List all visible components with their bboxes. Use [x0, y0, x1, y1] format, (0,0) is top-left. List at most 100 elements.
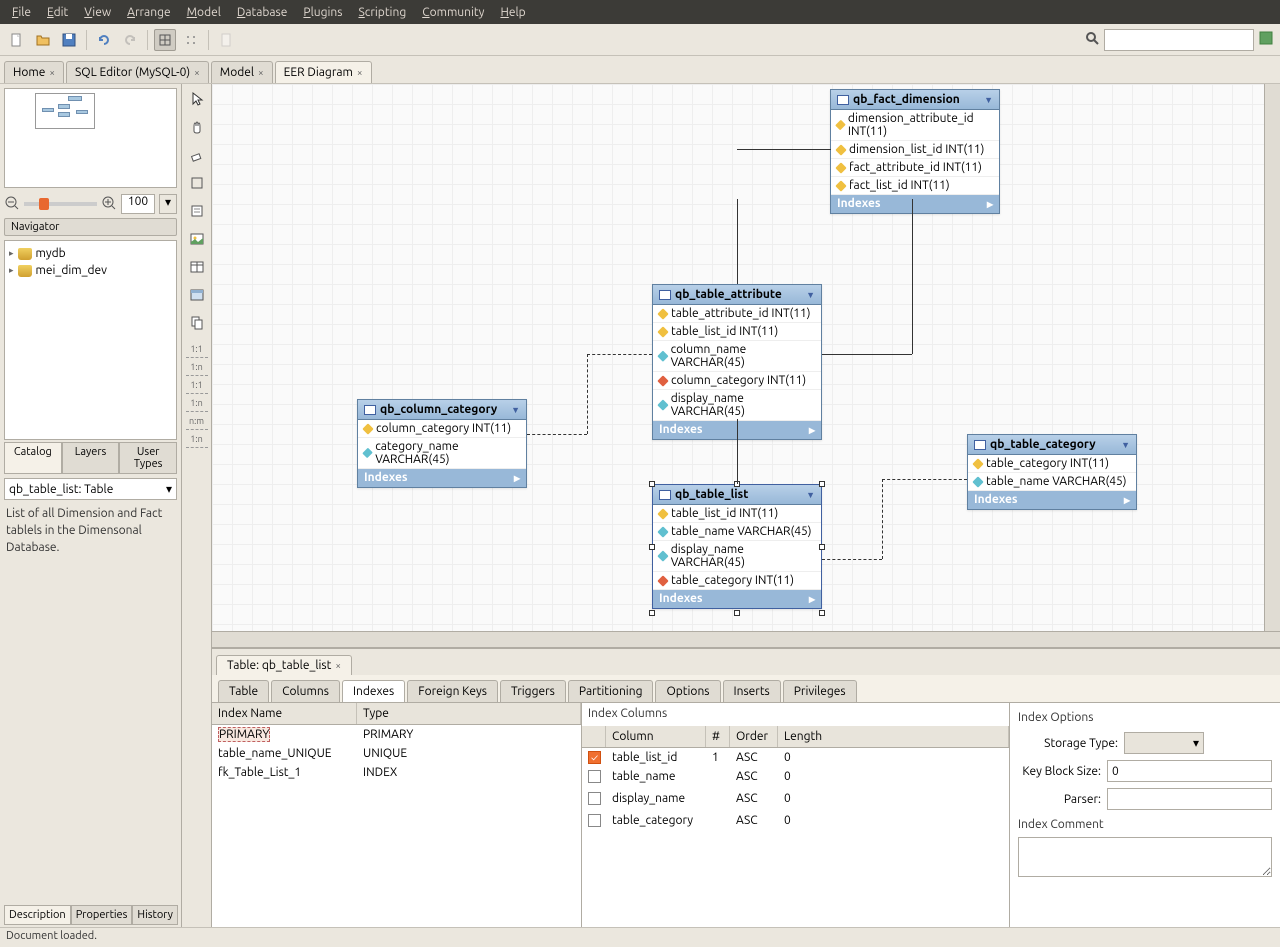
layer-tool-icon[interactable] — [186, 172, 208, 194]
index-column-row[interactable]: table_list_id1ASC0 — [582, 748, 1009, 767]
close-icon[interactable]: × — [258, 67, 264, 78]
redo-icon[interactable] — [119, 29, 141, 51]
menu-edit[interactable]: Edit — [39, 3, 76, 22]
side-tab-layers[interactable]: Layers — [62, 442, 120, 474]
entity-qb_column_category[interactable]: qb_column_category▼column_category INT(1… — [357, 399, 527, 488]
tree-item[interactable]: ▸mei_dim_dev — [9, 262, 172, 279]
subtab-indexes[interactable]: Indexes — [342, 680, 405, 702]
menu-database[interactable]: Database — [229, 3, 296, 22]
panel-tab-description[interactable]: Description — [4, 905, 71, 925]
subtab-triggers[interactable]: Triggers — [500, 680, 566, 702]
subtab-privileges[interactable]: Privileges — [783, 680, 857, 702]
index-row[interactable]: fk_Table_List_1INDEX — [212, 763, 581, 782]
doc-icon[interactable] — [215, 29, 237, 51]
subtab-foreign-keys[interactable]: Foreign Keys — [407, 680, 498, 702]
index-row[interactable]: table_name_UNIQUEUNIQUE — [212, 744, 581, 763]
view-tool-icon[interactable] — [186, 284, 208, 306]
index-columns[interactable]: Index Columns Column # Order Length tabl… — [582, 703, 1010, 927]
eraser-tool-icon[interactable] — [186, 144, 208, 166]
open-file-icon[interactable] — [32, 29, 54, 51]
tab-sql-editor-mysql-0-[interactable]: SQL Editor (MySQL-0)× — [66, 61, 209, 83]
entity-qb_fact_dimension[interactable]: qb_fact_dimension▼dimension_attribute_id… — [830, 89, 1000, 214]
table-tool-icon[interactable] — [186, 256, 208, 278]
subtab-options[interactable]: Options — [655, 680, 720, 702]
hand-tool-icon[interactable] — [186, 116, 208, 138]
object-dropdown[interactable]: qb_table_list: Table▾ — [4, 478, 177, 500]
minimap[interactable] — [4, 88, 177, 188]
routine-tool-icon[interactable] — [186, 312, 208, 334]
chevron-right-icon[interactable]: ▸ — [514, 471, 520, 485]
side-tab-user-types[interactable]: User Types — [119, 442, 177, 474]
zoom-slider[interactable] — [24, 202, 97, 206]
entity-qb_table_list[interactable]: qb_table_list▼table_list_id INT(11)table… — [652, 484, 822, 609]
relation-tool-1-1[interactable]: 1:1 — [186, 380, 208, 394]
menu-model[interactable]: Model — [179, 3, 229, 22]
eer-canvas[interactable]: qb_fact_dimension▼dimension_attribute_id… — [212, 84, 1280, 631]
close-icon[interactable]: × — [335, 660, 341, 671]
relationship-line[interactable] — [587, 354, 588, 434]
checkbox[interactable] — [588, 814, 601, 827]
entity-qb_table_category[interactable]: qb_table_category▼table_category INT(11)… — [967, 434, 1137, 510]
chevron-down-icon[interactable]: ▼ — [1121, 440, 1130, 450]
subtab-columns[interactable]: Columns — [271, 680, 340, 702]
grid-toggle-icon[interactable] — [154, 29, 176, 51]
save-icon[interactable] — [58, 29, 80, 51]
schema-tree[interactable]: ▸mydb▸mei_dim_dev — [4, 240, 177, 440]
subtab-inserts[interactable]: Inserts — [723, 680, 781, 702]
menu-scripting[interactable]: Scripting — [350, 3, 414, 22]
selection-handle[interactable] — [649, 544, 655, 550]
chevron-down-icon[interactable]: ▼ — [806, 490, 815, 500]
tab-home[interactable]: Home× — [4, 61, 64, 83]
index-row[interactable]: PRIMARYPRIMARY — [212, 725, 581, 744]
relation-tool-1-n[interactable]: 1:n — [186, 398, 208, 412]
close-icon[interactable]: × — [194, 67, 200, 78]
chevron-right-icon[interactable]: ▸ — [9, 265, 14, 276]
chevron-right-icon[interactable]: ▸ — [9, 248, 14, 259]
pointer-tool-icon[interactable] — [186, 88, 208, 110]
chevron-down-icon[interactable]: ▼ — [511, 405, 520, 415]
selection-handle[interactable] — [819, 544, 825, 550]
checkbox[interactable] — [588, 751, 601, 764]
relationship-line[interactable] — [527, 434, 587, 435]
index-column-row[interactable]: table_categoryASC0 — [582, 811, 1009, 833]
subtab-table[interactable]: Table — [218, 680, 269, 702]
search-icon[interactable] — [1084, 30, 1100, 49]
canvas-scrollbar-v[interactable] — [1264, 84, 1280, 631]
tree-item[interactable]: ▸mydb — [9, 245, 172, 262]
canvas-scrollbar-h[interactable] — [212, 631, 1280, 647]
index-list[interactable]: Index Name Type PRIMARYPRIMARYtable_name… — [212, 703, 582, 927]
menu-file[interactable]: File — [4, 3, 39, 22]
close-icon[interactable]: × — [49, 67, 55, 78]
relation-tool-1-n[interactable]: 1:n — [186, 362, 208, 376]
editor-tab-table[interactable]: Table: qb_table_list× — [216, 655, 352, 675]
search-go-icon[interactable] — [1258, 30, 1274, 49]
storage-type-dropdown[interactable]: ▾ — [1124, 732, 1204, 754]
zoom-value[interactable]: 100 — [121, 194, 155, 214]
new-file-icon[interactable] — [6, 29, 28, 51]
menu-view[interactable]: View — [76, 3, 119, 22]
entity-qb_table_attribute[interactable]: qb_table_attribute▼table_attribute_id IN… — [652, 284, 822, 440]
checkbox[interactable] — [588, 792, 601, 805]
close-icon[interactable]: × — [357, 67, 363, 78]
selection-handle[interactable] — [649, 610, 655, 616]
subtab-partitioning[interactable]: Partitioning — [568, 680, 654, 702]
menu-community[interactable]: Community — [414, 3, 492, 22]
tab-model[interactable]: Model× — [211, 61, 273, 83]
key-block-size-input[interactable] — [1107, 760, 1272, 782]
index-column-row[interactable]: table_nameASC0 — [582, 767, 1009, 789]
index-column-row[interactable]: display_nameASC0 — [582, 789, 1009, 811]
panel-tab-properties[interactable]: Properties — [71, 905, 133, 925]
relationship-line[interactable] — [587, 354, 652, 355]
selection-handle[interactable] — [649, 481, 655, 487]
menu-plugins[interactable]: Plugins — [295, 3, 350, 22]
image-tool-icon[interactable] — [186, 228, 208, 250]
selection-handle[interactable] — [819, 481, 825, 487]
relationship-line[interactable] — [882, 479, 967, 480]
zoom-dropdown[interactable]: ▾ — [159, 194, 177, 214]
chevron-right-icon[interactable]: ▸ — [809, 592, 815, 606]
relation-tool-n-m[interactable]: n:m — [186, 416, 208, 430]
relationship-line[interactable] — [737, 199, 738, 284]
relationship-line[interactable] — [737, 149, 831, 150]
relationship-line[interactable] — [912, 199, 913, 354]
search-input[interactable] — [1104, 29, 1254, 51]
